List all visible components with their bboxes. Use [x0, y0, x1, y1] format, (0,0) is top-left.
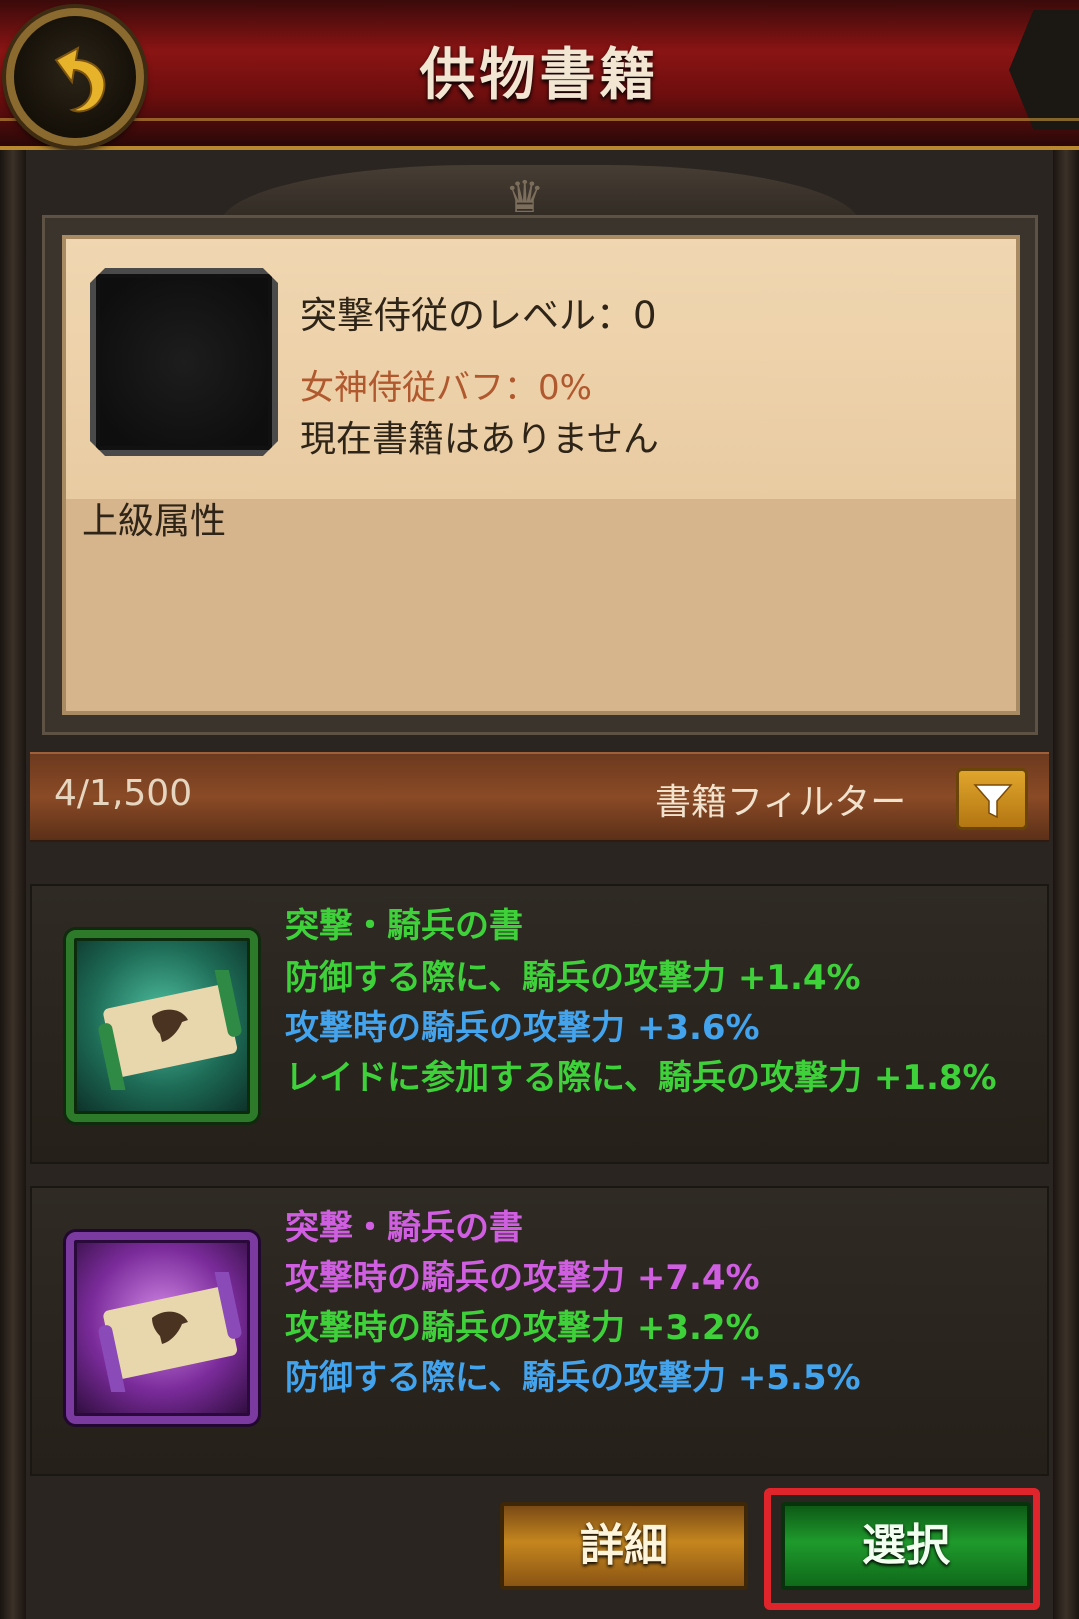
book-stat: 攻撃時の騎兵の攻撃力 +3.2%: [285, 1308, 760, 1348]
back-button[interactable]: [6, 8, 144, 146]
book-slot[interactable]: [90, 268, 278, 456]
book-name: 突撃・騎兵の書: [285, 906, 523, 946]
no-book-text: 現在書籍はありません: [300, 419, 659, 460]
back-arrow-icon: [54, 46, 106, 113]
header-bar: 供物書籍: [0, 0, 1079, 150]
scroll-icon: [98, 1272, 242, 1392]
filter-button[interactable]: [956, 768, 1028, 830]
book-stat: 攻撃時の騎兵の攻撃力 +3.6%: [285, 1008, 760, 1048]
attendant-level: 突撃侍従のレベル：0: [300, 294, 657, 337]
book-icon-green[interactable]: [66, 930, 258, 1122]
advanced-attributes-label: 上級属性: [82, 501, 227, 542]
frame-right: [1053, 150, 1079, 1619]
book-stat: 攻撃時の騎兵の攻撃力 +7.4%: [285, 1258, 760, 1298]
detail-button[interactable]: 詳細: [500, 1502, 748, 1590]
book-stat: レイドに参加する際に、騎兵の攻撃力 +1.8%: [285, 1058, 997, 1098]
book-count: 4/1,500: [54, 773, 193, 814]
highlight-box: [764, 1488, 1040, 1610]
goddess-buff: 女神侍従バフ：0%: [300, 368, 592, 408]
filter-icon: [973, 784, 1013, 819]
book-stat: 防御する際に、騎兵の攻撃力 +1.4%: [285, 958, 861, 998]
frame-left: [0, 150, 26, 1619]
book-stat: 防御する際に、騎兵の攻撃力 +5.5%: [285, 1358, 861, 1398]
book-icon-purple[interactable]: [66, 1232, 258, 1424]
page-title: 供物書籍: [419, 43, 660, 108]
filter-label[interactable]: 書籍フィルター: [655, 773, 906, 825]
book-name: 突撃・騎兵の書: [285, 1208, 523, 1248]
scroll-icon: [98, 970, 242, 1090]
header-ribbon-notch: [1009, 10, 1079, 130]
